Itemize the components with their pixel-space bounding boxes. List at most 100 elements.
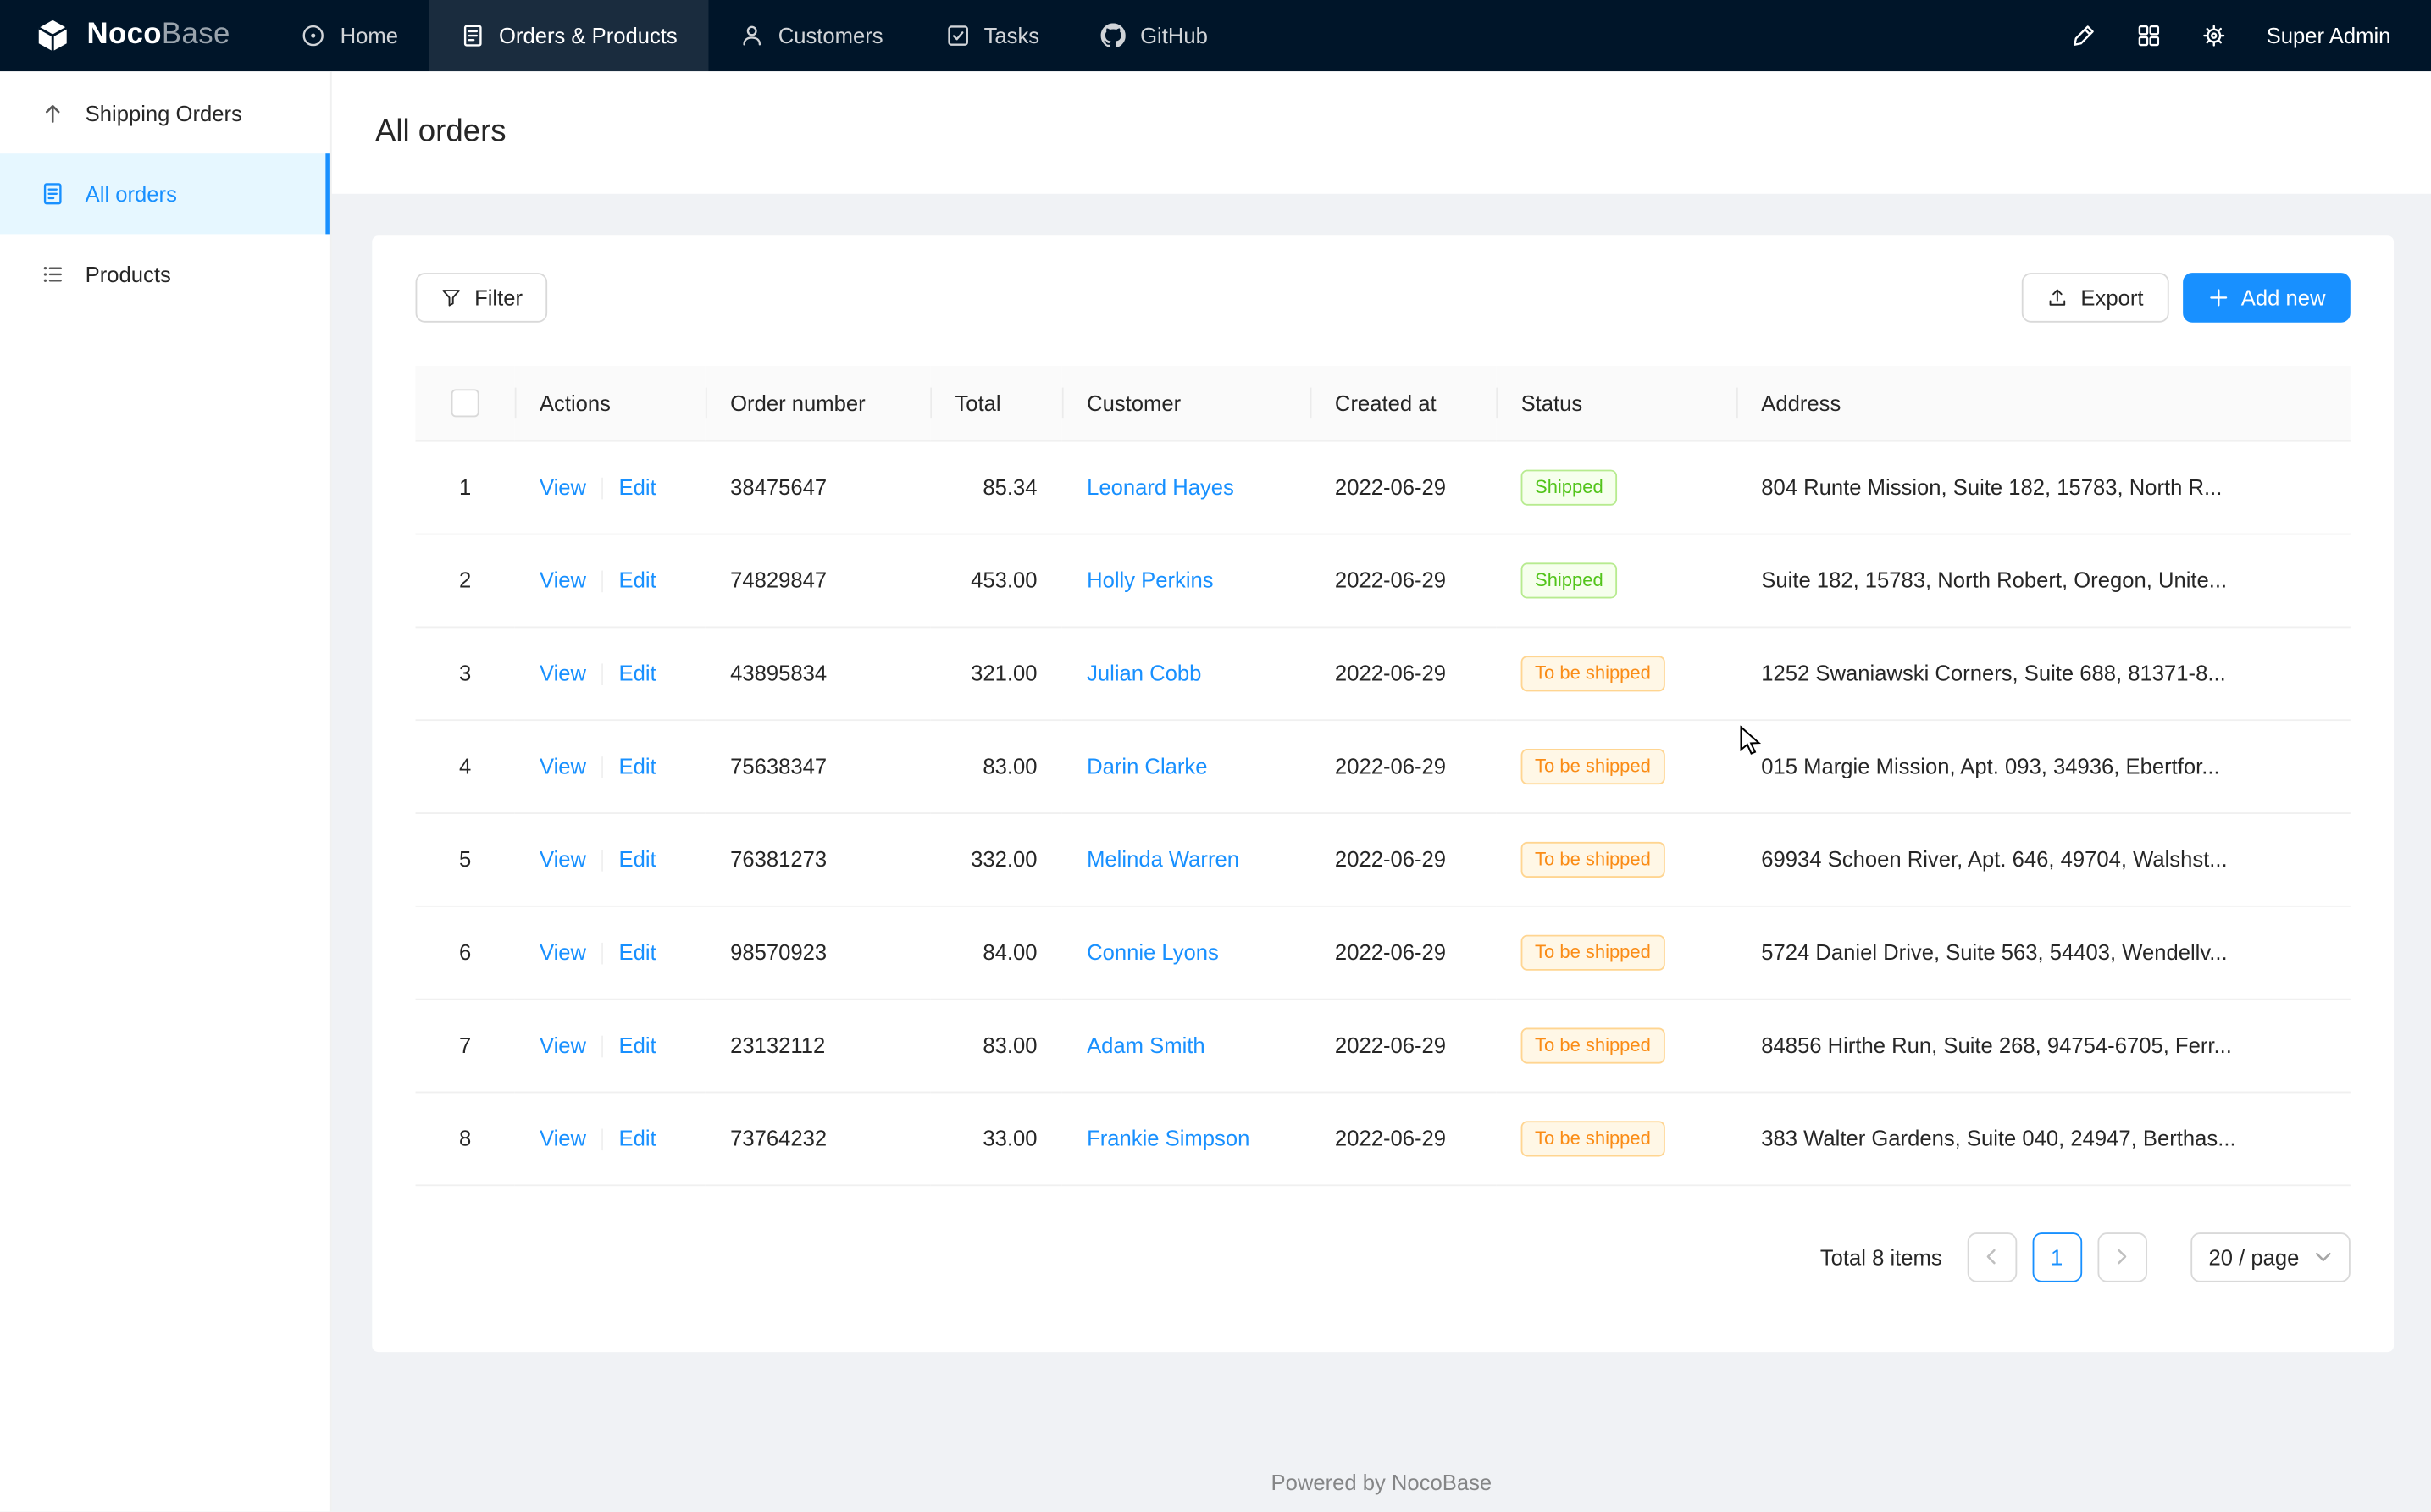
chevron-left-icon [1983, 1248, 2000, 1265]
nav-label: Customers [778, 23, 883, 47]
status-badge: To be shipped [1521, 655, 1665, 690]
customer-link[interactable]: Frankie Simpson [1087, 1126, 1249, 1150]
edit-link[interactable]: Edit [618, 660, 656, 684]
edit-link[interactable]: Edit [618, 939, 656, 964]
view-link[interactable]: View [540, 474, 586, 499]
address-cell: 69934 Schoen River, Apt. 646, 49704, Wal… [1736, 812, 2351, 906]
pagination-next-button[interactable] [2097, 1232, 2147, 1282]
customer-link[interactable]: Darin Clarke [1087, 754, 1207, 778]
order-number-cell: 98570923 [706, 906, 930, 999]
pagination: Total 8 items 1 20 / page [416, 1232, 2351, 1282]
filter-button-label: Filter [474, 285, 523, 310]
status-cell: To be shipped [1496, 626, 1736, 719]
edit-link[interactable]: Edit [618, 1126, 656, 1150]
page-size-select[interactable]: 20 / page [2190, 1232, 2351, 1282]
plugins-grid-icon[interactable] [2136, 23, 2161, 47]
powered-by-footer: Powered by NocoBase [332, 1470, 2431, 1494]
sidebar-item-label: Products [86, 262, 171, 286]
user-menu[interactable]: Super Admin [2267, 23, 2391, 47]
view-link[interactable]: View [540, 753, 586, 778]
settings-gear-icon[interactable] [2201, 23, 2226, 47]
page-header: All orders [332, 71, 2431, 194]
nav-item-customers[interactable]: Customers [708, 0, 914, 71]
action-divider [601, 850, 603, 872]
order-number-cell: 38475647 [706, 440, 930, 534]
pagination-prev-button[interactable] [1967, 1232, 2017, 1282]
created-at-cell: 2022-06-29 [1310, 812, 1497, 906]
navbar-actions: Super Admin [2071, 0, 2431, 71]
highlighter-icon[interactable] [2071, 23, 2096, 47]
export-button[interactable]: Export [2022, 273, 2168, 323]
table-toolbar: Filter Export Add new [416, 273, 2351, 323]
customer-link[interactable]: Adam Smith [1087, 1033, 1205, 1057]
table-header-row: Actions Order number Total Customer Crea… [416, 366, 2351, 440]
nav-item-home[interactable]: Home [270, 0, 429, 71]
sidebar-item-shipping-orders[interactable]: Shipping Orders [0, 73, 330, 153]
status-cell: To be shipped [1496, 719, 1736, 812]
sidebar-item-products[interactable]: Products [0, 234, 330, 314]
view-link[interactable]: View [540, 660, 586, 684]
customer-cell: Connie Lyons [1062, 906, 1310, 999]
status-cell: To be shipped [1496, 906, 1736, 999]
arrow-up-icon [41, 101, 65, 125]
filter-button[interactable]: Filter [416, 273, 548, 323]
column-header-status: Status [1496, 366, 1736, 440]
nav-item-tasks[interactable]: Tasks [914, 0, 1070, 71]
row-index: 2 [416, 534, 515, 627]
row-actions: View Edit [515, 719, 706, 812]
created-at-cell: 2022-06-29 [1310, 440, 1497, 534]
customer-link[interactable]: Julian Cobb [1087, 661, 1201, 685]
orders-products-icon [460, 23, 485, 47]
view-link[interactable]: View [540, 846, 586, 871]
view-link[interactable]: View [540, 568, 586, 592]
edit-link[interactable]: Edit [618, 568, 656, 592]
page-size-value: 20 / page [2209, 1244, 2300, 1269]
order-number-cell: 73764232 [706, 1092, 930, 1185]
select-all-checkbox[interactable] [451, 389, 479, 417]
add-new-button-label: Add new [2241, 285, 2326, 310]
total-cell: 321.00 [930, 626, 1062, 719]
action-divider [601, 1036, 603, 1058]
customer-cell: Frankie Simpson [1062, 1092, 1310, 1185]
customer-link[interactable]: Melinda Warren [1087, 846, 1239, 871]
home-icon [302, 23, 326, 47]
order-number-cell: 74829847 [706, 534, 930, 627]
order-number-cell: 23132112 [706, 999, 930, 1092]
edit-link[interactable]: Edit [618, 1033, 656, 1057]
nav-label: Home [341, 23, 398, 47]
sidebar-item-all-orders[interactable]: All orders [0, 153, 330, 234]
row-index: 5 [416, 812, 515, 906]
nocobase-logo[interactable]: NocoBase [0, 0, 270, 71]
status-cell: To be shipped [1496, 999, 1736, 1092]
edit-link[interactable]: Edit [618, 846, 656, 871]
created-at-cell: 2022-06-29 [1310, 626, 1497, 719]
column-header-address: Address [1736, 366, 2351, 440]
export-icon [2046, 287, 2068, 309]
address-cell: 383 Walter Gardens, Suite 040, 24947, Be… [1736, 1092, 2351, 1185]
app-viewport: NocoBase Home Orders & Products Customer… [0, 0, 2431, 1512]
customer-link[interactable]: Leonard Hayes [1087, 474, 1234, 499]
customer-link[interactable]: Connie Lyons [1087, 939, 1219, 964]
table-row: 8 ViewEdit 73764232 33.00 Frankie Simpso… [416, 1092, 2351, 1185]
nav-item-github[interactable]: GitHub [1071, 0, 1239, 71]
table-row: 1 ViewEdit 38475647 85.34 Leonard Hayes … [416, 440, 2351, 534]
view-link[interactable]: View [540, 1033, 586, 1057]
edit-link[interactable]: Edit [618, 753, 656, 778]
row-index: 1 [416, 440, 515, 534]
view-link[interactable]: View [540, 1126, 586, 1150]
table-row: 3 ViewEdit 43895834 321.00 Julian Cobb 2… [416, 626, 2351, 719]
pagination-page-1[interactable]: 1 [2032, 1232, 2082, 1282]
edit-link[interactable]: Edit [618, 474, 656, 499]
table-row: 7 ViewEdit 23132112 83.00 Adam Smith 202… [416, 999, 2351, 1092]
view-link[interactable]: View [540, 939, 586, 964]
customer-link[interactable]: Holly Perkins [1087, 568, 1214, 592]
nav-item-orders-products[interactable]: Orders & Products [429, 0, 709, 71]
nav-label: Tasks [984, 23, 1040, 47]
add-new-button[interactable]: Add new [2182, 273, 2351, 323]
table-row: 4 ViewEdit 75638347 83.00 Darin Clarke 2… [416, 719, 2351, 812]
row-actions: View Edit [515, 534, 706, 627]
sidebar: Shipping Orders All orders Products [0, 71, 332, 1511]
created-at-cell: 2022-06-29 [1310, 534, 1497, 627]
created-at-cell: 2022-06-29 [1310, 1092, 1497, 1185]
nav-label: Orders & Products [499, 23, 678, 47]
